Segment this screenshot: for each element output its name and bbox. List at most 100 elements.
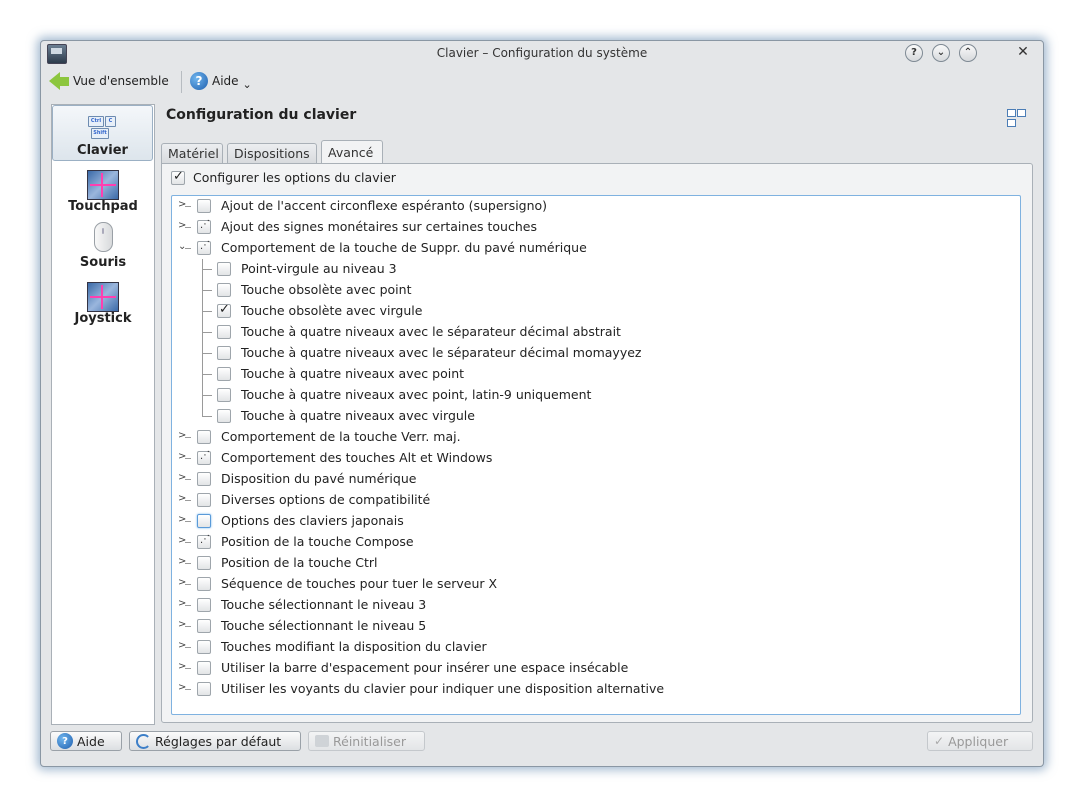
option-label: Séquence de touches pour tuer le serveur…: [221, 576, 498, 591]
tab-materiel[interactable]: Matériel: [161, 143, 223, 163]
option-checkbox[interactable]: [217, 367, 231, 381]
apply-button-label: Appliquer: [948, 733, 1009, 749]
chevron-right-icon[interactable]: >: [178, 640, 186, 651]
option-group-row[interactable]: > Position de la touche Ctrl: [172, 553, 1018, 574]
minimize-button[interactable]: ⌄: [932, 44, 950, 62]
option-checkbox[interactable]: [197, 199, 211, 213]
back-arrow-icon: [49, 72, 69, 90]
configure-checkbox[interactable]: [171, 169, 185, 185]
option-item-row[interactable]: Touche à quatre niveaux avec point: [172, 364, 1018, 385]
option-item-row[interactable]: Touche à quatre niveaux avec point, lati…: [172, 385, 1018, 406]
tree-branch-line: [185, 689, 191, 690]
sidebar-item-label: Joystick: [74, 311, 132, 326]
option-checkbox[interactable]: [197, 514, 211, 528]
option-checkbox[interactable]: [197, 640, 211, 654]
chevron-down-icon[interactable]: ⌄: [178, 241, 186, 252]
chevron-right-icon[interactable]: >: [178, 430, 186, 441]
option-checkbox[interactable]: [197, 534, 211, 549]
chevron-right-icon[interactable]: >: [178, 493, 186, 504]
sidebar-item-joystick[interactable]: Joystick: [53, 274, 153, 328]
tree-branch-line: [185, 542, 191, 543]
option-item-row[interactable]: Touche à quatre niveaux avec le séparate…: [172, 343, 1018, 364]
maximize-button[interactable]: ⌃: [959, 44, 977, 62]
option-group-row[interactable]: ⌄ Comportement de la touche de Suppr. du …: [172, 238, 1018, 259]
option-item-row[interactable]: Touche obsolète avec point: [172, 280, 1018, 301]
option-checkbox[interactable]: [217, 388, 231, 402]
close-button[interactable]: ✕: [1015, 44, 1031, 60]
chevron-right-icon[interactable]: >: [178, 619, 186, 630]
option-group-row[interactable]: > Utiliser la barre d'espacement pour ins…: [172, 658, 1018, 679]
tree-branch-line: [185, 605, 191, 606]
option-checkbox[interactable]: [197, 661, 211, 675]
option-item-row[interactable]: Touche à quatre niveaux avec virgule: [172, 406, 1018, 427]
option-group-row[interactable]: > Utiliser les voyants du clavier pour in…: [172, 679, 1018, 700]
chevron-right-icon[interactable]: >: [178, 514, 186, 525]
option-group-row[interactable]: > Touche sélectionnant le niveau 3: [172, 595, 1018, 616]
option-checkbox[interactable]: [197, 682, 211, 696]
defaults-button[interactable]: Réglages par défaut: [129, 731, 301, 751]
chevron-right-icon[interactable]: >: [178, 451, 186, 462]
defaults-icon: [136, 733, 151, 749]
option-item-row[interactable]: Touche obsolète avec virgule: [172, 301, 1018, 322]
option-checkbox[interactable]: [217, 409, 231, 423]
chevron-right-icon[interactable]: >: [178, 472, 186, 483]
option-checkbox[interactable]: [197, 240, 211, 255]
option-checkbox[interactable]: [217, 346, 231, 360]
chevron-right-icon[interactable]: >: [178, 556, 186, 567]
chevron-right-icon[interactable]: >: [178, 661, 186, 672]
option-checkbox[interactable]: [197, 472, 211, 486]
option-checkbox[interactable]: [197, 219, 211, 234]
option-group-row[interactable]: > Séquence de touches pour tuer le serveu…: [172, 574, 1018, 595]
option-checkbox[interactable]: [217, 325, 231, 339]
chevron-right-icon[interactable]: >: [178, 598, 186, 609]
chevron-right-icon[interactable]: >: [178, 535, 186, 546]
option-checkbox[interactable]: [197, 556, 211, 570]
tab-avance[interactable]: Avancé: [321, 140, 383, 164]
option-group-row[interactable]: > Touche sélectionnant le niveau 5: [172, 616, 1018, 637]
option-checkbox[interactable]: [197, 493, 211, 507]
option-checkbox[interactable]: [217, 302, 231, 318]
option-group-row[interactable]: > Touches modifiant la disposition du cla…: [172, 637, 1018, 658]
sidebar-item-clavier[interactable]: Ctrl C Shift Clavier: [52, 105, 153, 161]
option-label: Touche sélectionnant le niveau 3: [221, 597, 427, 612]
sidebar-item-label: Souris: [79, 255, 127, 270]
title-bar[interactable]: Clavier – Configuration du système ? ⌄ ⌃…: [41, 41, 1043, 65]
options-tree[interactable]: > Ajout de l'accent circonflexe espéranto…: [171, 195, 1021, 715]
option-group-row[interactable]: > Ajout de l'accent circonflexe espéranto…: [172, 196, 1018, 217]
option-checkbox[interactable]: [197, 450, 211, 465]
tab-dispositions[interactable]: Dispositions: [227, 143, 317, 163]
option-group-row[interactable]: > Position de la touche Compose: [172, 532, 1018, 553]
chevron-right-icon[interactable]: >: [178, 682, 186, 693]
option-item-row[interactable]: Touche à quatre niveaux avec le séparate…: [172, 322, 1018, 343]
help-window-button[interactable]: ?: [905, 44, 923, 62]
window-title: Clavier – Configuration du système: [436, 46, 648, 60]
layout-grid-icon[interactable]: [1007, 109, 1027, 129]
option-group-row[interactable]: > Comportement de la touche Verr. maj.: [172, 427, 1018, 448]
option-label: Touche obsolète avec point: [241, 282, 412, 297]
option-checkbox[interactable]: [217, 262, 231, 276]
option-group-row[interactable]: > Comportement des touches Alt et Windows: [172, 448, 1018, 469]
help-menu-button[interactable]: ? Aide ⌄: [190, 70, 252, 92]
option-checkbox[interactable]: [197, 430, 211, 444]
option-group-row[interactable]: > Disposition du pavé numérique: [172, 469, 1018, 490]
option-checkbox[interactable]: [217, 283, 231, 297]
overview-button[interactable]: Vue d'ensemble: [49, 70, 169, 92]
apply-button[interactable]: ✓ Appliquer: [927, 731, 1033, 751]
option-label: Options des claviers japonais: [221, 513, 404, 528]
chevron-right-icon[interactable]: >: [178, 199, 186, 210]
help-button[interactable]: ? Aide: [50, 731, 122, 751]
sidebar-item-souris[interactable]: Souris: [53, 218, 153, 272]
tree-branch-line: [185, 500, 191, 501]
option-item-row[interactable]: Point-virgule au niveau 3: [172, 259, 1018, 280]
module-sidebar: Ctrl C Shift Clavier Touchpad Souris Joy…: [51, 104, 155, 725]
option-group-row[interactable]: > Diverses options de compatibilité: [172, 490, 1018, 511]
option-checkbox[interactable]: [197, 619, 211, 633]
option-checkbox[interactable]: [197, 598, 211, 612]
sidebar-item-touchpad[interactable]: Touchpad: [53, 162, 153, 216]
option-group-row[interactable]: > Ajout des signes monétaires sur certain…: [172, 217, 1018, 238]
chevron-right-icon[interactable]: >: [178, 220, 186, 231]
reset-button[interactable]: Réinitialiser: [308, 731, 425, 751]
option-checkbox[interactable]: [197, 577, 211, 591]
chevron-right-icon[interactable]: >: [178, 577, 186, 588]
option-group-row[interactable]: > Options des claviers japonais: [172, 511, 1018, 532]
